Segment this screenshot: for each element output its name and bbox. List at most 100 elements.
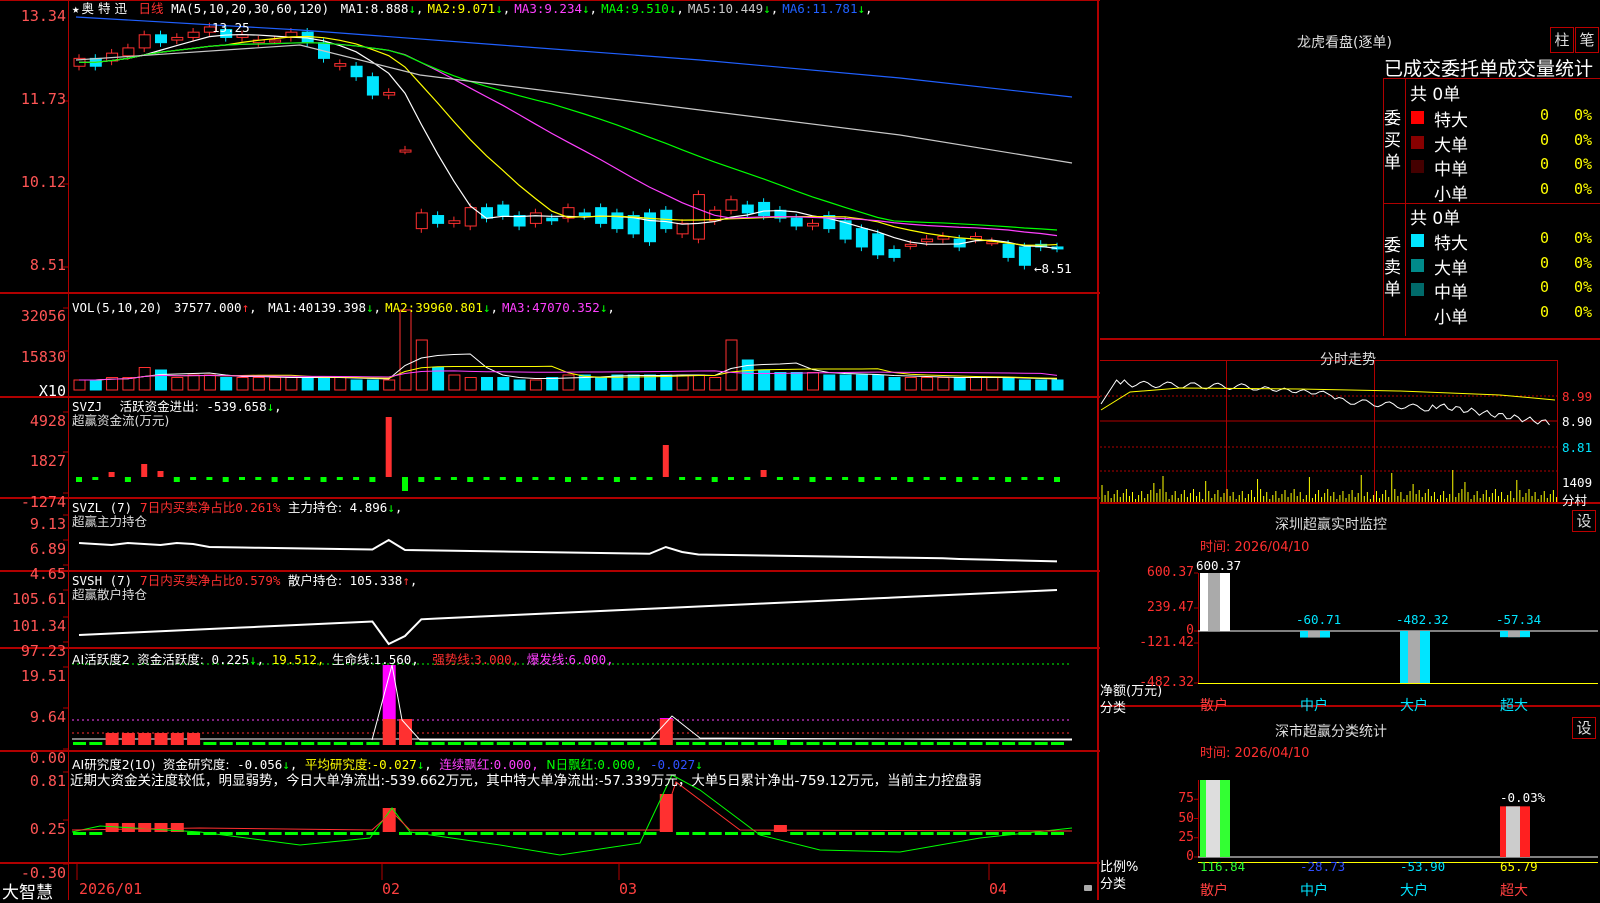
period-label[interactable]: 日线 <box>139 1 164 16</box>
candle[interactable] <box>464 207 477 227</box>
volume-bar[interactable] <box>138 367 151 391</box>
candle[interactable] <box>855 228 868 248</box>
volume-bar[interactable] <box>1002 377 1015 391</box>
volume-bar[interactable] <box>660 374 673 391</box>
candle[interactable] <box>415 212 428 230</box>
candle[interactable] <box>692 194 705 240</box>
candle[interactable] <box>432 215 445 224</box>
volume-bar[interactable] <box>888 377 901 391</box>
candle[interactable] <box>171 36 184 41</box>
candle[interactable] <box>872 233 885 256</box>
volume-bar[interactable] <box>937 377 950 391</box>
volume-bar[interactable] <box>970 377 982 391</box>
volume-bar[interactable] <box>1051 379 1064 391</box>
volume-bar[interactable] <box>725 339 738 391</box>
volume-bar[interactable] <box>904 377 917 391</box>
volume-bar[interactable] <box>334 377 347 391</box>
volume-bar[interactable] <box>187 374 200 391</box>
volume-bar[interactable] <box>203 374 216 391</box>
monitor-bar-highlight <box>1408 631 1420 683</box>
monitor-settings-button[interactable]: 设 <box>1572 510 1596 532</box>
volume-bar[interactable] <box>73 379 86 391</box>
volume-bar[interactable] <box>220 377 233 391</box>
candle[interactable] <box>269 39 282 43</box>
volume-bar[interactable] <box>350 379 363 391</box>
volume-bar[interactable] <box>774 372 787 391</box>
candle[interactable] <box>644 212 656 243</box>
volume-bar[interactable] <box>236 377 249 391</box>
volume-bar[interactable] <box>676 374 689 391</box>
volume-bar[interactable] <box>839 374 852 391</box>
volume-bar[interactable] <box>318 377 330 391</box>
volume-bar[interactable] <box>415 339 428 391</box>
volume-bar[interactable] <box>497 377 510 391</box>
candle[interactable] <box>448 220 461 224</box>
candle[interactable] <box>187 31 200 38</box>
candle[interactable] <box>155 34 167 44</box>
tick-toggle-button[interactable]: 笔 <box>1575 27 1599 53</box>
volume-bar[interactable] <box>790 372 803 391</box>
volume-bar[interactable] <box>1035 379 1048 391</box>
volume-bar[interactable] <box>155 369 167 391</box>
svsh-value2: 105.338 <box>349 573 403 588</box>
volume-bar[interactable] <box>546 377 559 391</box>
candle[interactable] <box>366 76 379 96</box>
candle[interactable] <box>138 34 151 49</box>
volume-bar[interactable] <box>562 374 575 391</box>
volume-bar[interactable] <box>709 377 722 391</box>
candle[interactable] <box>399 149 412 153</box>
classstat-bar-highlight <box>1506 806 1520 857</box>
volume-bar[interactable] <box>986 377 999 391</box>
volume-bar[interactable] <box>171 377 184 391</box>
volume-bar[interactable] <box>921 377 934 391</box>
volume-bar[interactable] <box>953 377 966 391</box>
volume-bar[interactable] <box>122 377 135 391</box>
candle[interactable] <box>888 249 901 258</box>
volume-bar[interactable] <box>481 377 493 391</box>
volume-bar[interactable] <box>285 377 298 391</box>
candle[interactable] <box>611 212 624 230</box>
candle[interactable] <box>790 217 803 227</box>
volume-bar[interactable] <box>529 379 542 391</box>
volume-bar[interactable] <box>269 377 282 391</box>
volume-bar[interactable] <box>513 379 526 391</box>
candle[interactable] <box>725 199 738 211</box>
column-toggle-button[interactable]: 柱 <box>1550 27 1574 53</box>
volume-bar[interactable] <box>89 379 102 391</box>
volume-bar[interactable] <box>823 374 836 391</box>
candle[interactable] <box>1002 243 1015 258</box>
volume-bar[interactable] <box>807 372 819 391</box>
candle[interactable] <box>1018 246 1031 266</box>
candle[interactable] <box>497 204 510 217</box>
candle[interactable] <box>529 212 542 224</box>
active-bar <box>562 742 575 745</box>
chart-area[interactable]: ★ 奥 特 迅 日线 MA(5,10,20,30,60,120) MA1:8.88… <box>0 0 1100 903</box>
candle[interactable] <box>676 222 689 235</box>
volume-bar[interactable] <box>252 377 265 391</box>
candle[interactable] <box>122 47 135 57</box>
volume-bar[interactable] <box>1018 379 1031 391</box>
stock-name[interactable]: 奥 特 迅 <box>82 1 127 16</box>
volume-bar[interactable] <box>399 309 412 391</box>
volume-bar[interactable] <box>383 379 396 391</box>
candle[interactable] <box>334 63 347 67</box>
candle[interactable] <box>758 201 771 217</box>
volume-bar[interactable] <box>872 374 885 391</box>
volume-bar[interactable] <box>741 359 754 391</box>
candle[interactable] <box>741 204 754 214</box>
candle[interactable] <box>546 217 559 222</box>
candle[interactable] <box>904 243 917 247</box>
classstat-settings-button[interactable]: 设 <box>1572 717 1596 739</box>
candle[interactable] <box>578 212 591 217</box>
candle[interactable] <box>807 222 819 227</box>
candle[interactable] <box>921 238 934 243</box>
candle[interactable] <box>350 65 363 78</box>
candle[interactable] <box>383 91 396 96</box>
volume-bar[interactable] <box>595 377 608 391</box>
volume-bar[interactable] <box>448 374 461 391</box>
volume-bar[interactable] <box>301 377 314 391</box>
volume-bar[interactable] <box>366 379 379 391</box>
volume-bar[interactable] <box>464 377 477 391</box>
volume-bar[interactable] <box>855 374 868 391</box>
volume-bar[interactable] <box>692 374 705 391</box>
